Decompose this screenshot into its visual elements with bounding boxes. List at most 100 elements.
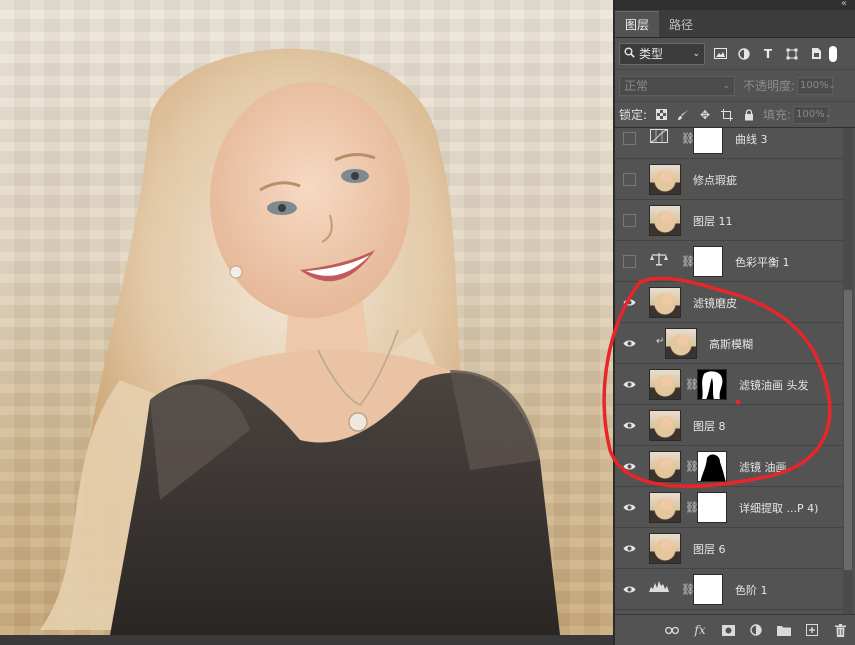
- new-layer-icon[interactable]: [803, 621, 821, 639]
- delete-layer-icon[interactable]: [831, 621, 849, 639]
- visibility-toggle[interactable]: [623, 214, 636, 227]
- lock-brush-icon[interactable]: [675, 107, 691, 123]
- shape-filter-icon[interactable]: [783, 45, 801, 63]
- layer-name[interactable]: 高斯模糊: [709, 336, 753, 352]
- add-mask-icon[interactable]: [719, 621, 737, 639]
- layer-name[interactable]: 曲线 3: [735, 131, 768, 147]
- visibility-eye-icon[interactable]: [623, 296, 636, 309]
- mask-link-icon[interactable]: ⛓: [681, 583, 695, 596]
- layer-thumbnail: [649, 287, 681, 318]
- layer-row[interactable]: ⛓ 色阶 1: [615, 569, 843, 610]
- layer-thumbnail: [665, 328, 697, 359]
- lock-transparent-icon[interactable]: [653, 107, 669, 123]
- tab-paths[interactable]: 路径: [659, 11, 703, 37]
- chevron-down-icon: ⌄: [828, 81, 836, 90]
- layer-row[interactable]: 图层 6: [615, 528, 843, 569]
- layer-row[interactable]: 修点瑕疵: [615, 159, 843, 200]
- scrollbar-thumb[interactable]: [844, 290, 852, 570]
- visibility-eye-icon[interactable]: [623, 460, 636, 473]
- layer-filter-row: 类型 ⌄ T: [615, 38, 855, 70]
- adjustment-filter-icon[interactable]: [735, 45, 753, 63]
- lock-all-icon[interactable]: [741, 107, 757, 123]
- layer-row[interactable]: ⛓ 详细提取 ...P 4): [615, 487, 843, 528]
- fill-value: 100%: [796, 109, 825, 120]
- panel-title-bar: «: [615, 0, 855, 10]
- visibility-eye-icon[interactable]: [623, 337, 636, 350]
- layer-thumbnail: [649, 410, 681, 441]
- visibility-eye-icon[interactable]: [623, 501, 636, 514]
- visibility-toggle[interactable]: [623, 255, 636, 268]
- layer-name[interactable]: 图层 6: [693, 541, 726, 557]
- layer-name[interactable]: 图层 8: [693, 418, 726, 434]
- levels-icon: [649, 580, 669, 598]
- new-group-icon[interactable]: [775, 621, 793, 639]
- collapse-panel-icon[interactable]: «: [841, 0, 847, 9]
- visibility-eye-icon[interactable]: [623, 378, 636, 391]
- layer-thumbnail: [649, 492, 681, 523]
- layer-name[interactable]: 详细提取 ...P 4): [739, 500, 818, 516]
- layer-thumbnail: [649, 451, 681, 482]
- layer-name[interactable]: 滤镜 油画: [739, 459, 787, 475]
- chevron-down-icon: ⌄: [722, 80, 730, 91]
- visibility-eye-icon[interactable]: [623, 542, 636, 555]
- layer-name[interactable]: 图层 11: [693, 213, 733, 229]
- fx-icon[interactable]: fx: [691, 621, 709, 639]
- layer-mask-thumbnail[interactable]: [697, 451, 727, 482]
- blend-mode-select[interactable]: 正常 ⌄: [619, 75, 735, 96]
- opacity-input[interactable]: 100% ⌄: [797, 76, 835, 95]
- mask-link-icon[interactable]: ⛓: [685, 378, 699, 391]
- layer-mask-thumbnail[interactable]: [697, 492, 727, 523]
- panel-tabs: 图层 路径: [615, 10, 855, 38]
- blend-row: 正常 ⌄ 不透明度: 100% ⌄: [615, 70, 855, 102]
- visibility-eye-icon[interactable]: [623, 583, 636, 596]
- layer-row[interactable]: 图层 11: [615, 200, 843, 241]
- opacity-label: 不透明度:: [743, 79, 796, 93]
- smart-object-filter-icon[interactable]: [807, 45, 825, 63]
- new-adjustment-icon[interactable]: [747, 621, 765, 639]
- mask-link-icon[interactable]: ⛓: [685, 501, 699, 514]
- layer-thumbnail: [649, 205, 681, 236]
- image-filter-icon[interactable]: [711, 45, 729, 63]
- layer-mask-thumbnail[interactable]: [693, 246, 723, 277]
- layer-row[interactable]: ⛓ 滤镜 油画: [615, 446, 843, 487]
- mask-link-icon[interactable]: ⛓: [685, 460, 699, 473]
- layer-row[interactable]: 滤镜磨皮: [615, 282, 843, 323]
- mask-link-icon[interactable]: ⛓: [681, 132, 695, 145]
- layer-name[interactable]: 修点瑕疵: [693, 172, 737, 188]
- layers-scrollbar[interactable]: [843, 128, 853, 614]
- layer-name[interactable]: 滤镜油画 头发: [739, 377, 809, 393]
- mask-link-icon[interactable]: ⛓: [681, 255, 695, 268]
- fill-input[interactable]: 100% ⌄: [793, 105, 831, 124]
- lock-move-icon[interactable]: ✥: [697, 107, 713, 123]
- opacity-value: 100%: [800, 80, 829, 91]
- type-filter-icon[interactable]: T: [759, 45, 777, 63]
- layer-row[interactable]: ↵ 高斯模糊: [615, 323, 843, 364]
- layer-mask-thumbnail[interactable]: [693, 574, 723, 605]
- layer-thumbnail: [649, 164, 681, 195]
- layer-row[interactable]: ⛓ 色彩平衡 1: [615, 241, 843, 282]
- layer-row[interactable]: ⛓ 曲线 3: [615, 128, 843, 159]
- layer-name[interactable]: 色阶 1: [735, 582, 768, 598]
- filter-toggle-switch[interactable]: [829, 45, 837, 62]
- layer-row[interactable]: 图层 8: [615, 405, 843, 446]
- chevron-down-icon: ⌄: [824, 110, 832, 119]
- visibility-eye-icon[interactable]: [623, 419, 636, 432]
- lock-label: 锁定:: [619, 108, 648, 122]
- layer-name[interactable]: 滤镜磨皮: [693, 295, 737, 311]
- search-icon: [624, 47, 635, 61]
- visibility-toggle[interactable]: [623, 132, 636, 145]
- lock-row: 锁定: ✥ 填充: 100% ⌄: [615, 102, 855, 128]
- filter-kind-select[interactable]: 类型 ⌄: [619, 42, 705, 65]
- document-canvas[interactable]: [0, 0, 613, 635]
- layer-mask-thumbnail[interactable]: [697, 369, 727, 400]
- layers-list: ⛓ 曲线 3 修点瑕疵图层 11 ⛓ 色彩平衡 1 滤镜磨皮 ↵ 高斯模糊 ⛓ 滤镜油画 头发图层…: [615, 128, 843, 614]
- visibility-toggle[interactable]: [623, 173, 636, 186]
- clipping-arrow-icon: ↵: [656, 336, 665, 347]
- link-layers-icon[interactable]: [663, 621, 681, 639]
- tab-layers[interactable]: 图层: [615, 11, 660, 37]
- layer-mask-thumbnail[interactable]: [693, 128, 723, 154]
- portrait-photo: [40, 48, 560, 635]
- layer-row[interactable]: ⛓ 滤镜油画 头发: [615, 364, 843, 405]
- layer-name[interactable]: 色彩平衡 1: [735, 254, 790, 270]
- lock-artboard-icon[interactable]: [719, 107, 735, 123]
